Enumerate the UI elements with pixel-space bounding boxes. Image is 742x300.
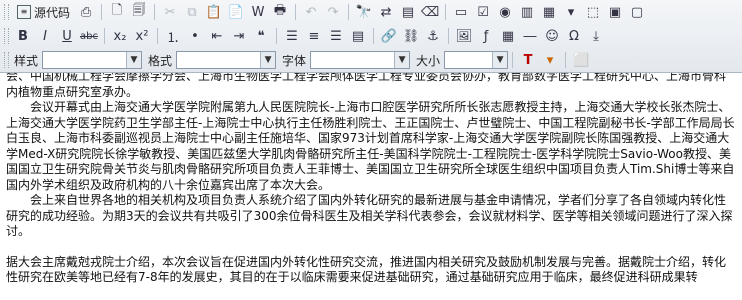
background-color-icon[interactable]: ▾ — [540, 50, 560, 70]
divider — [512, 52, 514, 68]
anchor-icon[interactable]: ⚓ — [423, 26, 443, 46]
italic-button[interactable]: I — [35, 26, 55, 46]
font-select[interactable]: ▼ — [310, 51, 411, 69]
toolbar-row-2: B I U abc x₂ x² ⒈ • ⇤ ⇥ ❝ ☰ ≡ ☰ ▤ 🔗 ⛓ ⚓ … — [0, 24, 607, 48]
select-field-icon[interactable]: ▾ — [561, 2, 581, 22]
paragraph: 会、中国机械工程学会摩擦学分会、上海市生物医学工程学会颅体医学工程专业委员会协办… — [6, 73, 727, 99]
flash-icon[interactable]: ƒ — [476, 26, 496, 46]
source-button[interactable]: ≡ 源代码 — [13, 2, 74, 22]
divider — [157, 28, 158, 44]
divider — [348, 4, 350, 20]
textfield-icon[interactable]: ▥ — [517, 2, 537, 22]
divider — [104, 28, 105, 44]
paste-text-icon[interactable]: 📄 — [226, 2, 246, 22]
replace-icon[interactable]: ⇄ — [376, 2, 396, 22]
strike-button[interactable]: abc — [79, 26, 99, 46]
divider — [448, 28, 449, 44]
bullet-list-icon[interactable]: • — [185, 26, 205, 46]
paragraph: 据大会主席戴尅戎院士介绍，本次会议旨在促进国内外转化性研究交流，推进国内相关研究… — [6, 254, 727, 285]
toolbar-grip[interactable] — [4, 28, 9, 44]
print-icon[interactable]: 🖶 — [270, 2, 290, 22]
paste-word-icon[interactable]: W — [248, 2, 268, 22]
remove-format-icon[interactable]: ⌫ — [420, 2, 440, 22]
paste-icon[interactable]: 📋 — [204, 2, 224, 22]
cut-icon[interactable]: ✂ — [160, 2, 180, 22]
size-select[interactable]: ▼ — [444, 51, 509, 69]
toolbar-row-3: 样式 ▼ 格式 ▼ 字体 ▼ 大小 ▼ T ▾ ⬜ — [0, 48, 592, 72]
format-select[interactable]: ▼ — [176, 51, 277, 69]
chevron-down-icon: ▼ — [260, 52, 276, 68]
copy-icon[interactable]: ⧉ — [182, 2, 202, 22]
save-icon[interactable]: ⎙ — [76, 2, 96, 22]
page-break-icon[interactable]: ⤓ — [586, 26, 606, 46]
empty-line — [6, 240, 736, 255]
indent-icon[interactable]: ⇥ — [229, 26, 249, 46]
underline-button[interactable]: U — [57, 26, 77, 46]
align-center-icon[interactable]: ≡ — [304, 26, 324, 46]
size-label: 大小 — [416, 53, 441, 68]
horizontal-rule-icon[interactable]: ― — [520, 26, 540, 46]
align-left-icon[interactable]: ☰ — [282, 26, 302, 46]
image-button-icon[interactable]: ▣ — [605, 2, 625, 22]
style-label: 样式 — [14, 53, 39, 68]
source-label: 源代码 — [34, 5, 71, 20]
checkbox-icon[interactable]: ☑ — [473, 2, 493, 22]
image-icon[interactable]: 🖼 — [454, 26, 474, 46]
chevron-down-icon: ▼ — [394, 52, 410, 68]
divider — [154, 4, 156, 20]
editor-content[interactable]: 会、中国机械工程学会摩擦学分会、上海市生物医学工程学会颅体医学工程专业委员会协办… — [0, 73, 742, 300]
font-label: 字体 — [282, 53, 307, 68]
toolbar-row-1: ≡ 源代码 ⎙ 🗋 🗐 ✂ ⧉ 📋 📄 W 🖶 ↶ ↷ 🔭 ⇄ ▤ ⌫ ▭ ☑ … — [0, 0, 648, 24]
align-right-icon[interactable]: ☰ — [326, 26, 346, 46]
maximize-icon[interactable]: ⬜ — [571, 50, 591, 70]
outdent-icon[interactable]: ⇤ — [207, 26, 227, 46]
divider — [276, 28, 277, 44]
style-select[interactable]: ▼ — [42, 51, 143, 69]
textarea-icon[interactable]: ▦ — [539, 2, 559, 22]
text-color-icon[interactable]: T — [518, 50, 538, 70]
chevron-down-icon: ▼ — [492, 52, 508, 68]
editor-toolbar: ≡ 源代码 ⎙ 🗋 🗐 ✂ ⧉ 📋 📄 W 🖶 ↶ ↷ 🔭 ⇄ ▤ ⌫ ▭ ☑ … — [0, 0, 742, 73]
paragraph: 会议开幕式由上海交通大学医学院附属第九人民医院院长-上海市口腔医学研究所所长张志… — [6, 100, 735, 192]
divider — [445, 4, 447, 20]
ordered-list-icon[interactable]: ⒈ — [163, 26, 183, 46]
source-icon: ≡ — [17, 5, 31, 19]
superscript-icon[interactable]: x² — [132, 26, 152, 46]
paragraph: 会上来自世界各地的相关机构及项目负责人系统介绍了国内外转化研究的最新进展与基金申… — [6, 193, 733, 238]
justify-icon[interactable]: ▤ — [348, 26, 368, 46]
form-icon[interactable]: ▭ — [451, 2, 471, 22]
hidden-field-icon[interactable]: ▢ — [627, 2, 647, 22]
preview-icon[interactable]: 🗐 — [129, 2, 149, 22]
smiley-icon[interactable]: ☺ — [542, 26, 562, 46]
radio-icon[interactable]: ◉ — [495, 2, 515, 22]
chevron-down-icon: ▼ — [126, 52, 142, 68]
divider — [295, 4, 297, 20]
special-char-icon[interactable]: Ω — [564, 26, 584, 46]
divider — [101, 4, 103, 20]
format-label: 格式 — [148, 53, 173, 68]
undo-icon[interactable]: ↶ — [301, 2, 321, 22]
find-icon[interactable]: 🔭 — [354, 2, 374, 22]
redo-icon[interactable]: ↷ — [323, 2, 343, 22]
divider — [565, 52, 567, 68]
unlink-icon[interactable]: ⛓ — [401, 26, 421, 46]
select-all-icon[interactable]: ▤ — [398, 2, 418, 22]
toolbar-grip[interactable] — [4, 4, 9, 20]
table-icon[interactable]: ▦ — [498, 26, 518, 46]
toolbar-grip[interactable] — [4, 52, 9, 68]
link-icon[interactable]: 🔗 — [379, 26, 399, 46]
subscript-icon[interactable]: x₂ — [110, 26, 130, 46]
divider — [373, 28, 374, 44]
new-page-icon[interactable]: 🗋 — [107, 2, 127, 22]
bold-button[interactable]: B — [13, 26, 33, 46]
blockquote-icon[interactable]: ❝ — [251, 26, 271, 46]
button-field-icon[interactable]: ⬚ — [583, 2, 603, 22]
